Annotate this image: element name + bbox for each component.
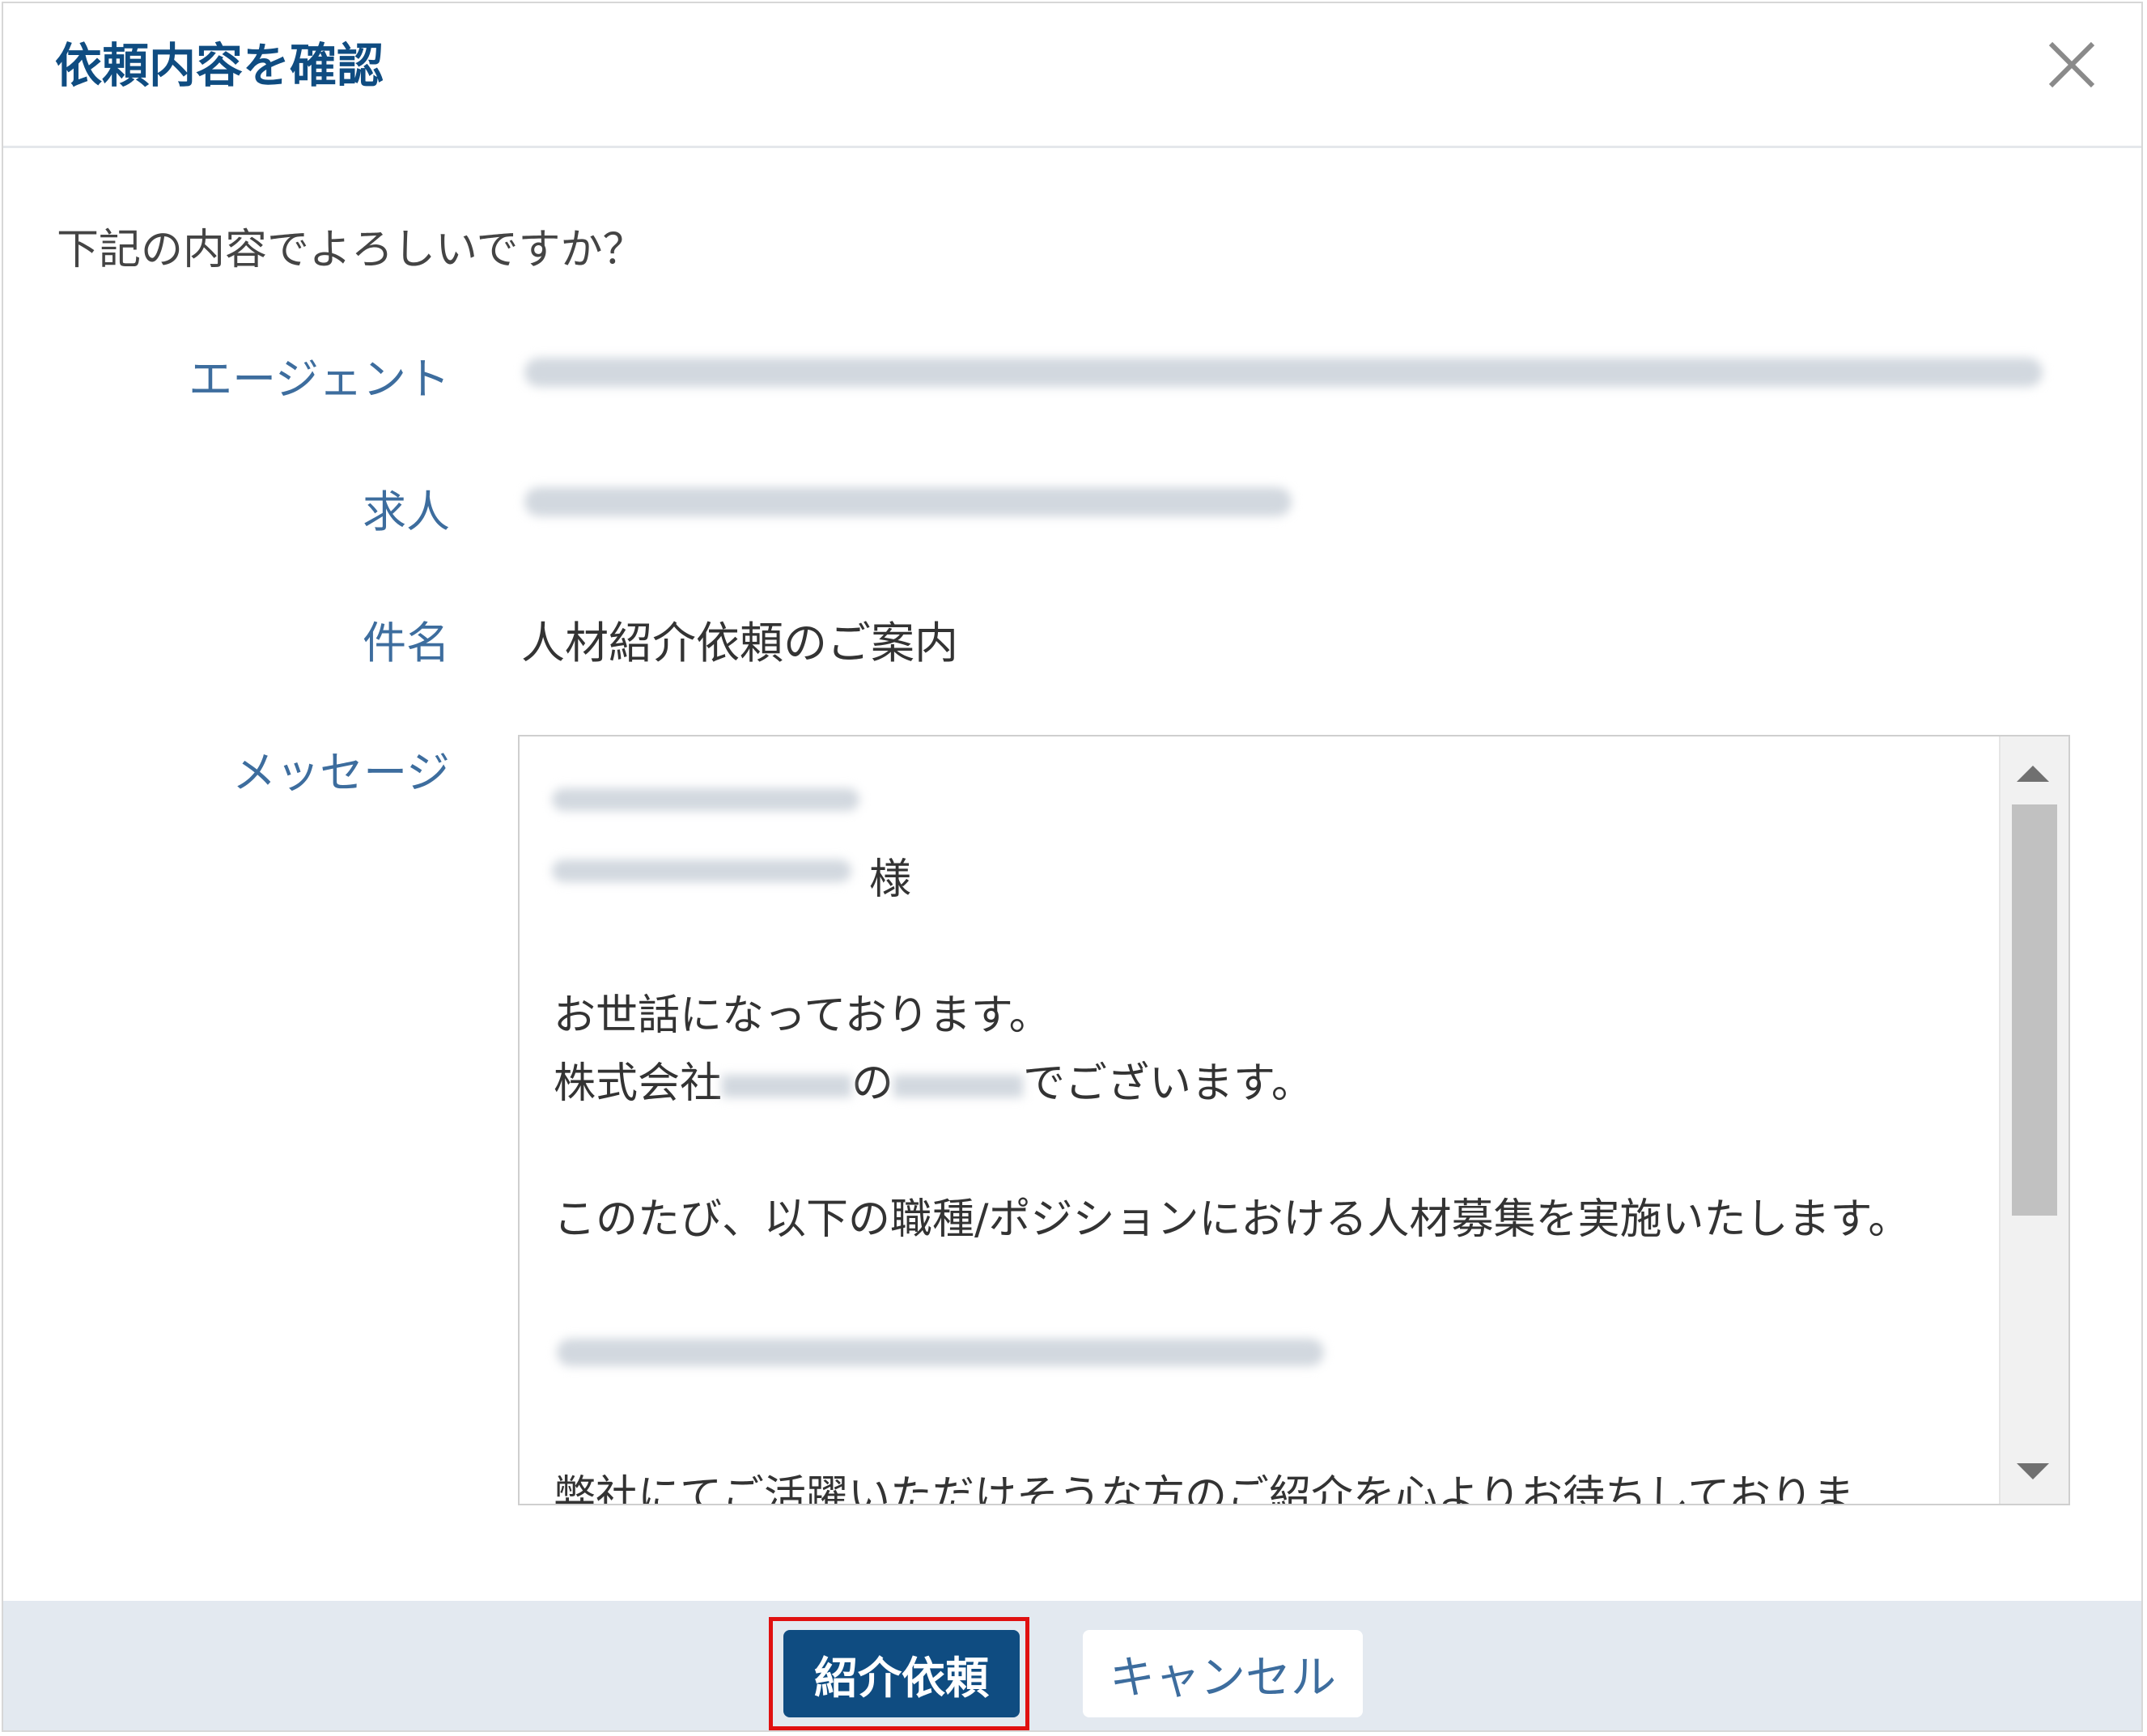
- subject-label: 件名: [363, 618, 450, 669]
- dialog-title: 依頼内容を確認: [55, 38, 384, 93]
- greeting-text: お世話になっております。: [554, 991, 1051, 1040]
- confirm-dialog: 依頼内容を確認 下記の内容でよろしいですか？ エージェント 求人 件名 人材紹介…: [2, 2, 2143, 1732]
- close-icon[interactable]: [2043, 36, 2101, 94]
- sender-name-redacted: [893, 1075, 1024, 1097]
- dialog-header: 依頼内容を確認: [3, 3, 2141, 148]
- company-particle: の: [851, 1059, 894, 1108]
- subject-value: 人材紹介依頼のご案内: [521, 618, 958, 669]
- message-textarea[interactable]: 様 お世話になっております。 株式会社 の でございます。 このたび、以下の職種/ポ…: [518, 735, 2070, 1505]
- message-scrollbar[interactable]: [1999, 736, 2069, 1504]
- submit-referral-button[interactable]: 紹介依頼: [783, 1630, 1020, 1717]
- intro-text: このたび、以下の職種/ポジションにおける人材募集を実施いたします。: [554, 1195, 1911, 1244]
- confirm-prompt: 下記の内容でよろしいですか？: [57, 226, 645, 274]
- company-line: 株式会社 の でございます。: [554, 1049, 1313, 1110]
- company-prefix: 株式会社: [554, 1059, 723, 1108]
- company-name-redacted: [722, 1075, 852, 1097]
- recipient-name-redacted: [552, 860, 851, 882]
- agent-label: エージェント: [189, 354, 450, 405]
- company-suffix: でございます。: [1023, 1059, 1313, 1108]
- message-label: メッセージ: [232, 747, 450, 798]
- scroll-up-icon[interactable]: [2017, 766, 2049, 782]
- position-redacted: [557, 1339, 1324, 1366]
- recipient-company-redacted: [552, 788, 859, 811]
- scroll-down-icon[interactable]: [2017, 1463, 2049, 1479]
- scrollbar-thumb[interactable]: [2012, 804, 2057, 1216]
- agent-value-redacted: [524, 358, 2043, 387]
- closing-text: 弊社にてご活躍いただけそうな方のご紹介を心よりお待ちしておりま: [554, 1472, 1855, 1505]
- dialog-footer: [3, 1601, 2141, 1730]
- cancel-button[interactable]: キャンセル: [1083, 1630, 1363, 1717]
- job-label: 求人: [363, 486, 450, 537]
- job-value-redacted: [524, 487, 1292, 516]
- honorific-text: 様: [869, 855, 912, 904]
